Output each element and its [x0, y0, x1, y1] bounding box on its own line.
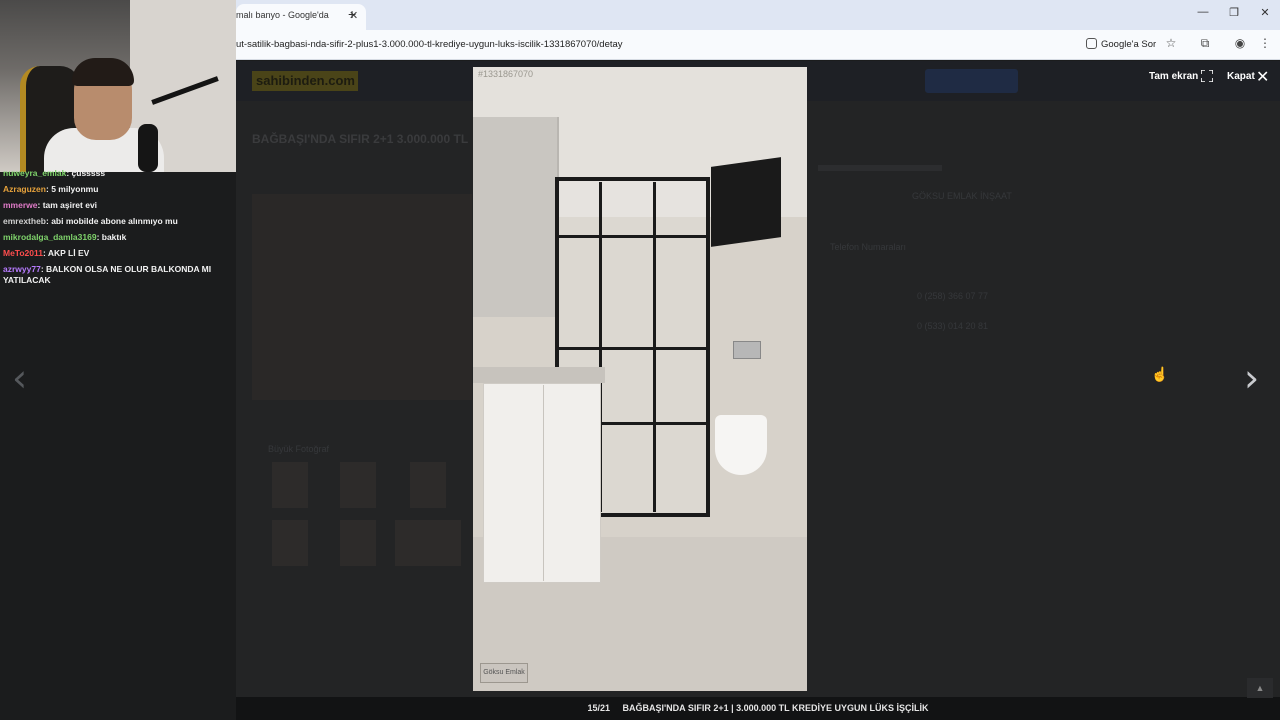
chat-username[interactable]: nuweyra_emlak [3, 168, 66, 178]
restore-icon[interactable]: ❐ [1226, 6, 1242, 19]
menu-icon[interactable]: ⋮ [1257, 36, 1273, 50]
header-button [925, 69, 1018, 93]
phone-number: 0 (533) 014 20 81 [917, 321, 989, 331]
vanity-split [543, 385, 544, 581]
chat-message: Azraguzen: 5 milyonmu [3, 184, 229, 195]
listing-thumbnail [272, 520, 308, 566]
browser-tab[interactable]: malı banyo - Google'da [236, 4, 366, 30]
photo-flush-plate [733, 341, 761, 359]
webcam-overlay [0, 0, 236, 172]
hand-cursor-icon: ☝ [1151, 366, 1169, 382]
chat-text: 5 milyonmu [51, 184, 99, 194]
chat-message: azrwyy77: BALKON OLSA NE OLUR BALKONDA M… [3, 264, 229, 286]
listing-main-photo [252, 194, 472, 400]
photo-id: #1331867070 [478, 69, 534, 79]
fullscreen-icon[interactable] [1201, 70, 1213, 82]
photo-toilet [715, 415, 767, 475]
chat-message: emrextheb: abi mobilde abone alınmıyo mu [3, 216, 229, 227]
url-field[interactable]: ut-satilik-bagbasi-nda-sifir-2-plus1-3.0… [236, 39, 623, 50]
chat-message: nuweyra_emlak: çusssss [3, 168, 229, 179]
chat-message: mikrodalga_damla3169: baktık [3, 232, 229, 243]
shower-frame [559, 347, 706, 350]
photo-caption: 15/21 BAĞBAŞI'NDA SIFIR 2+1 | 3.000.000 … [236, 703, 1280, 713]
lightbox-photo: Göksu Emlak [473, 67, 807, 691]
chat-text: çusssss [71, 168, 106, 178]
close-icon[interactable]: ✕ [1256, 67, 1269, 87]
google-sor-button[interactable]: Google'a Sor [1083, 36, 1162, 54]
listing-title: BAĞBAŞI'NDA SIFIR 2+1 3.000.000 TL [252, 132, 469, 146]
listing-thumbnail [395, 520, 461, 566]
progress-placeholder [818, 165, 942, 171]
prev-arrow-icon[interactable]: ‹ [12, 356, 27, 400]
photo-counter: 15/21 [587, 703, 611, 713]
streamer-hair [72, 58, 134, 86]
office-name: GÖKSU EMLAK İNŞAAT [912, 191, 1012, 201]
photo-watermark-logo: Göksu Emlak [480, 663, 528, 683]
fullscreen-label[interactable]: Tam ekran [1149, 71, 1198, 82]
close-window-icon[interactable]: ✕ [1257, 6, 1273, 19]
next-arrow-icon[interactable]: › [1244, 356, 1259, 400]
chat-text: tam aşiret evi [42, 200, 98, 210]
photo-window [711, 157, 781, 247]
big-photo-label: Büyük Fotoğraf [268, 444, 330, 454]
chat-username[interactable]: azrwyy77 [3, 264, 41, 274]
profile-icon[interactable]: ◉ [1232, 36, 1248, 50]
caption-text: BAĞBAŞI'NDA SIFIR 2+1 | 3.000.000 TL KRE… [622, 703, 929, 713]
photo-vanity [483, 383, 601, 583]
listing-thumbnail [410, 462, 446, 508]
chat-text: abi mobilde abone alınmıyo mu [51, 216, 178, 226]
bookmark-star-icon[interactable]: ☆ [1163, 36, 1179, 50]
chat-username[interactable]: mikrodalga_damla3169 [3, 232, 97, 242]
microphone [138, 124, 158, 172]
listing-thumbnail [340, 462, 376, 508]
phone-number: 0 (258) 366 07 77 [917, 291, 989, 301]
site-logo: sahibinden.com [252, 71, 358, 91]
chat-message: MeTo2011: AKP Lİ EV [3, 248, 229, 259]
chat-username[interactable]: Azraguzen [3, 184, 46, 194]
extensions-icon[interactable]: ⧉ [1197, 36, 1213, 51]
chat-message: mmerwe: tam aşiret evi [3, 200, 229, 211]
chat-username[interactable]: mmerwe [3, 200, 38, 210]
photo-mirror-cabinet [473, 117, 559, 317]
chat-username[interactable]: MeTo2011 [3, 248, 43, 258]
close-label[interactable]: Kapat [1227, 71, 1255, 82]
listing-thumbnail [272, 462, 308, 508]
shower-frame [559, 235, 706, 238]
minimize-icon[interactable]: — [1195, 6, 1211, 18]
scroll-top-icon[interactable]: ▲ [1247, 678, 1273, 698]
chat-text: AKP Lİ EV [47, 248, 90, 258]
contact-label: Telefon Numaraları [830, 242, 907, 252]
tab-title: malı banyo - Google'da [236, 10, 329, 20]
listing-thumbnail [340, 520, 376, 566]
photo-vanity-top [473, 367, 605, 383]
chat-text: baktık [101, 232, 127, 242]
new-tab-icon[interactable]: + [348, 6, 360, 22]
chat-username[interactable]: emrextheb [3, 216, 46, 226]
